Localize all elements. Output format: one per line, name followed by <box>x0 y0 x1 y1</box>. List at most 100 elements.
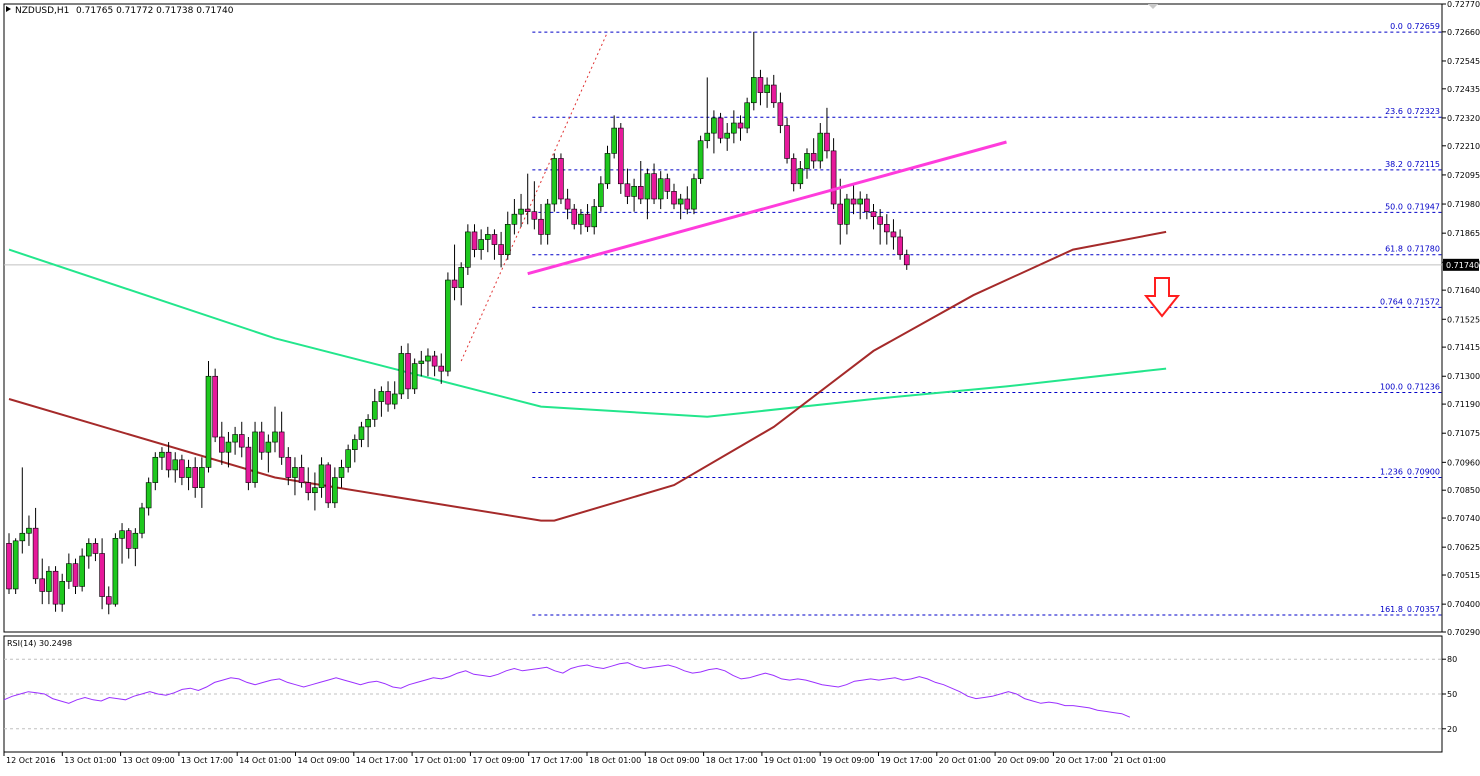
candle-body <box>152 456 159 483</box>
candle-body <box>351 439 358 450</box>
candle-body <box>564 198 571 210</box>
candle-body <box>591 206 598 228</box>
candle <box>744 97 750 134</box>
candle <box>272 406 278 453</box>
fib-level-name: 0.764 <box>1380 297 1403 306</box>
candle-body <box>12 540 19 590</box>
x-tick-label: 18 Oct 09:00 <box>647 756 699 765</box>
candle <box>617 123 624 194</box>
candle-body <box>445 279 451 372</box>
y-tick-label: 0.70850 <box>1447 486 1480 495</box>
candle-body <box>617 127 624 185</box>
candle-body <box>431 355 438 367</box>
candle <box>651 163 657 205</box>
fib-level-label: 0.0 0.72659 <box>1390 22 1440 31</box>
fibonacci-levels[interactable]: 0.0 0.72659 23.6 0.72323 38.2 0.72115 50.0 0.71… <box>532 22 1442 616</box>
candle-body <box>491 234 498 245</box>
candle <box>405 343 411 400</box>
candle <box>238 421 245 458</box>
candle <box>764 77 770 108</box>
fib-level-price: 0.72323 <box>1407 107 1440 116</box>
fib-level-price: 0.72115 <box>1407 160 1440 169</box>
candle-body <box>105 596 112 605</box>
candle <box>558 153 564 205</box>
candle-body <box>398 353 405 395</box>
candle <box>564 188 571 220</box>
candle-body <box>810 153 817 162</box>
candle <box>258 421 265 460</box>
time-axis[interactable]: 12 Oct 2016 13 Oct 01:00 13 Oct 09:00 13 Oc… <box>3 752 1166 765</box>
chart-symbol: NZDUSD,H1 <box>15 6 69 16</box>
candle <box>152 452 159 491</box>
candle <box>139 502 145 539</box>
candle-body <box>358 426 365 440</box>
fib-level-name: 100.0 <box>1380 382 1403 391</box>
candle <box>318 457 325 498</box>
candle-body <box>498 244 504 255</box>
candle <box>711 110 717 154</box>
candle-body <box>697 140 704 180</box>
candle <box>684 186 691 215</box>
support-trendline[interactable] <box>527 140 1007 276</box>
candle <box>750 31 757 111</box>
fib-level-price: 0.70357 <box>1407 605 1440 614</box>
candle <box>52 566 59 612</box>
candle <box>431 350 438 377</box>
y-tick-label: 0.70625 <box>1447 543 1480 552</box>
y-tick-label: 0.72545 <box>1447 57 1480 66</box>
candle <box>465 224 471 275</box>
candle <box>79 548 85 592</box>
candle-body <box>272 431 278 443</box>
candle-body <box>145 482 152 509</box>
candle-body <box>624 183 631 197</box>
candle <box>671 183 677 210</box>
candle-body <box>877 216 883 225</box>
fib-level-label: 61.8 0.71780 <box>1385 245 1440 254</box>
candle <box>691 173 697 215</box>
candle-body <box>611 127 617 154</box>
candle <box>637 161 644 205</box>
fib-level-price: 0.71780 <box>1407 245 1440 254</box>
candle-body <box>671 191 677 205</box>
candle-body <box>677 198 684 205</box>
candle-body <box>797 168 804 185</box>
y-tick-label: 0.70400 <box>1447 600 1480 609</box>
y-tick-label: 0.72210 <box>1447 142 1480 151</box>
candle <box>578 209 584 235</box>
down-arrow-icon <box>1143 277 1181 318</box>
candle-body <box>870 211 877 218</box>
candle-body <box>391 393 398 405</box>
candle-body <box>292 467 298 478</box>
scroll-marker-icon[interactable] <box>1148 4 1158 9</box>
rsi-axis[interactable]: 80 50 20 <box>4 655 1457 734</box>
candle <box>232 426 238 455</box>
candle-body <box>199 467 205 488</box>
y-tick-label: 0.71075 <box>1447 429 1480 438</box>
candle-body <box>538 218 544 235</box>
candle <box>458 262 465 306</box>
x-tick-label: 14 Oct 01:00 <box>239 756 291 765</box>
candle <box>844 193 850 235</box>
x-tick-label: 20 Oct 01:00 <box>939 756 991 765</box>
candle <box>371 388 378 427</box>
candle <box>66 553 72 589</box>
candles <box>6 31 910 615</box>
candle-body <box>544 203 551 235</box>
candle <box>245 437 252 491</box>
candle <box>737 115 744 141</box>
candle-body <box>637 186 644 200</box>
y-tick-label: 0.72660 <box>1447 28 1480 37</box>
y-tick-label: 0.71415 <box>1447 343 1480 352</box>
price-axis[interactable]: 0.72770 0.72660 0.72545 0.72435 0.72320 0.722… <box>1442 0 1480 637</box>
candle <box>604 145 611 189</box>
candle <box>305 467 312 501</box>
candle-body <box>777 102 784 126</box>
candle <box>398 345 405 400</box>
x-tick-label: 19 Oct 01:00 <box>764 756 816 765</box>
moving-average-slow <box>8 248 1167 418</box>
candle <box>212 368 218 443</box>
candle-body <box>451 279 458 288</box>
candle-body <box>298 467 305 483</box>
candle <box>830 138 837 210</box>
candle-body <box>830 150 837 205</box>
